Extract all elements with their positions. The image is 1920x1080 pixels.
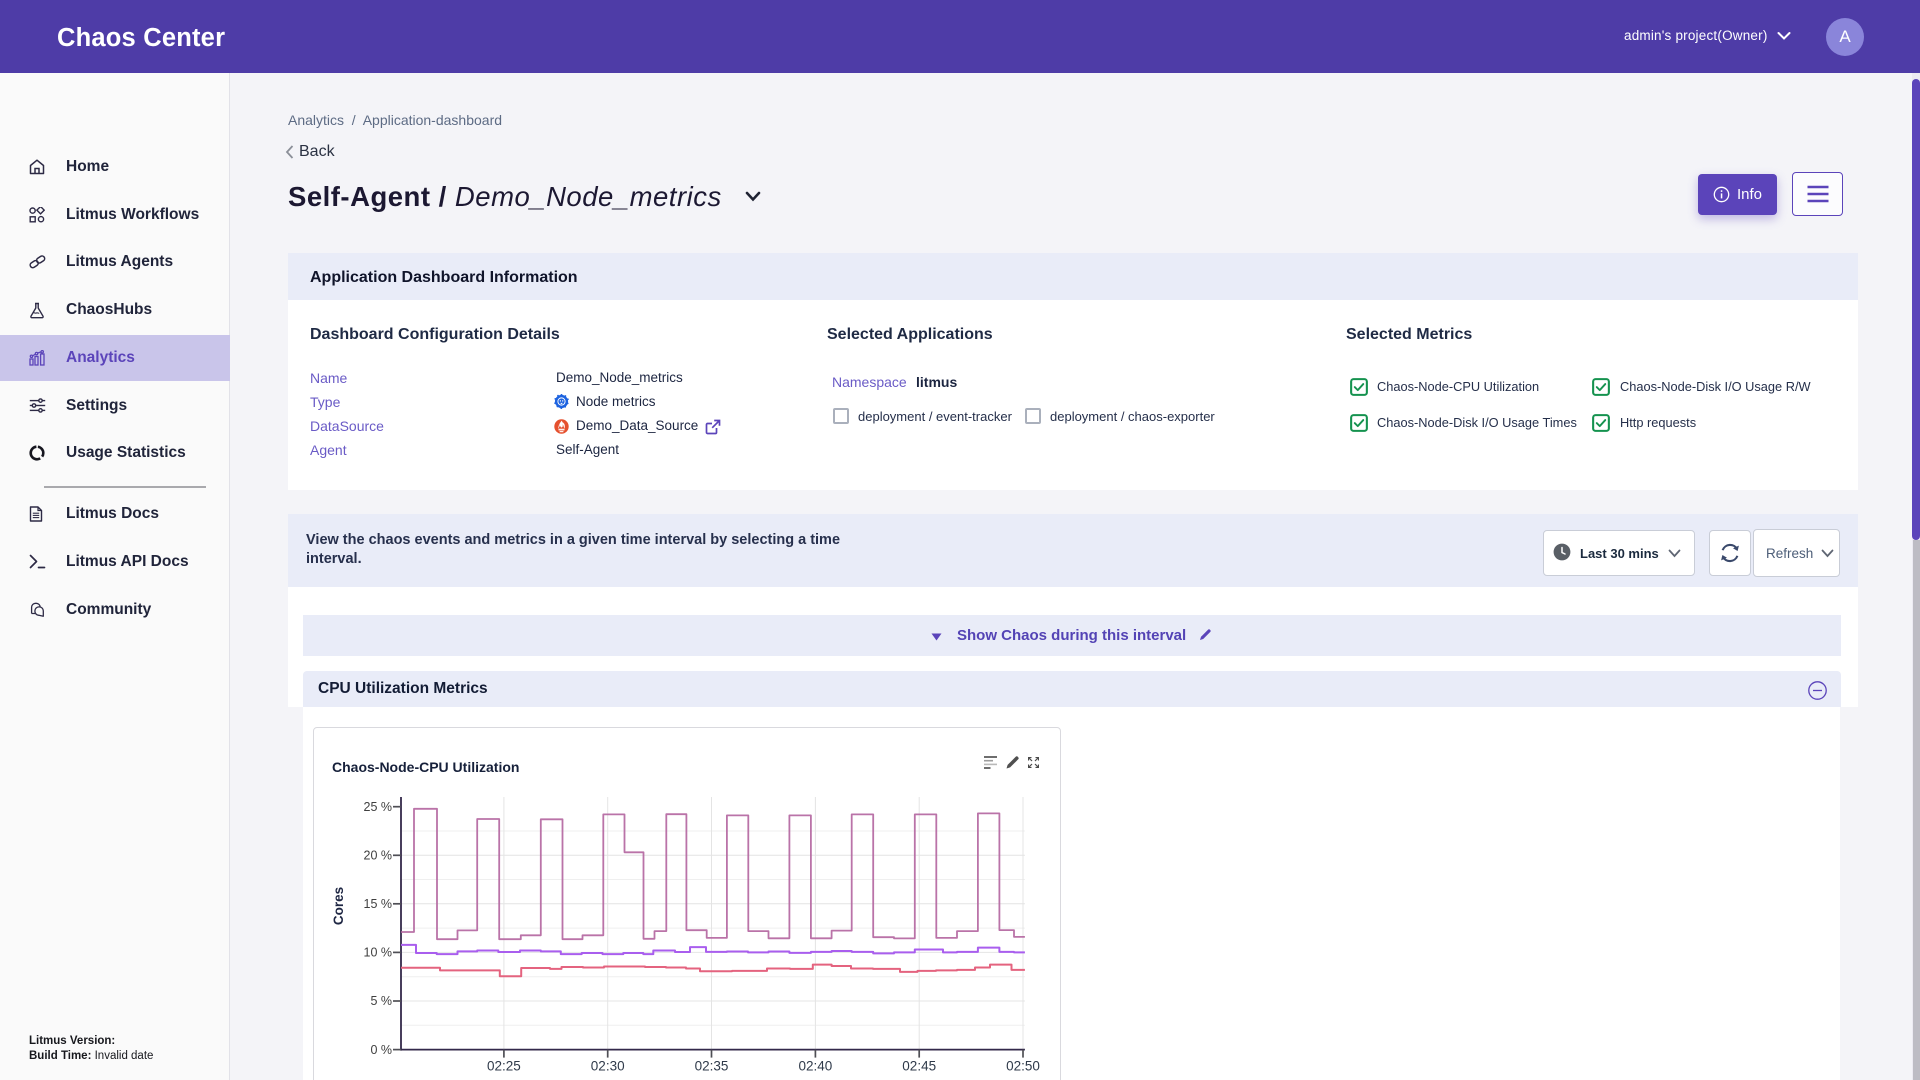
svg-text:02:45: 02:45 — [902, 1059, 936, 1074]
svg-text:20 %: 20 % — [364, 849, 393, 863]
svg-text:02:50: 02:50 — [1006, 1059, 1040, 1074]
svg-text:02:40: 02:40 — [799, 1059, 833, 1074]
svg-text:10 %: 10 % — [364, 946, 393, 960]
svg-text:5 %: 5 % — [370, 994, 392, 1008]
svg-text:Cores: Cores — [331, 887, 346, 925]
svg-text:15 %: 15 % — [364, 897, 393, 911]
svg-text:0 %: 0 % — [370, 1043, 392, 1057]
svg-text:02:25: 02:25 — [487, 1059, 521, 1074]
svg-text:25 %: 25 % — [364, 800, 393, 814]
svg-text:02:35: 02:35 — [695, 1059, 729, 1074]
svg-text:02:30: 02:30 — [591, 1059, 625, 1074]
